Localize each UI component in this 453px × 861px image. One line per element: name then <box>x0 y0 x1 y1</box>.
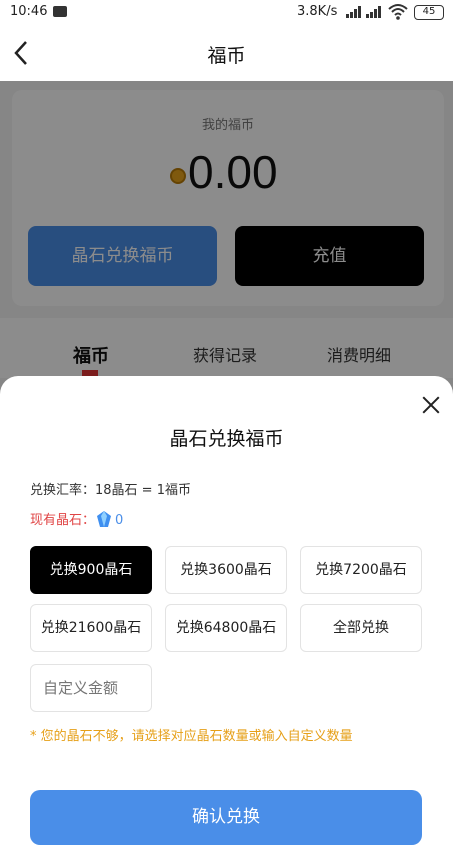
custom-amount-input[interactable] <box>30 664 152 712</box>
insufficient-warning: * 您的晶石不够，请选择对应晶石数量或输入自定义数量 <box>30 729 353 744</box>
option-64800[interactable]: 兑换64800晶石 <box>165 604 287 652</box>
option-3600[interactable]: 兑换3600晶石 <box>165 546 287 594</box>
network-speed: 3.8K/s <box>297 4 338 19</box>
nav-bar: 福币 <box>0 26 453 81</box>
option-7200[interactable]: 兑换7200晶石 <box>300 546 422 594</box>
close-icon[interactable] <box>420 394 442 416</box>
battery-indicator: 45 <box>414 5 444 20</box>
option-900[interactable]: 兑换900晶石 <box>30 546 152 594</box>
message-icon <box>53 6 67 17</box>
option-21600[interactable]: 兑换21600晶石 <box>30 604 152 652</box>
confirm-exchange-button[interactable]: 确认兑换 <box>30 790 422 845</box>
option-exchange-all[interactable]: 全部兑换 <box>300 604 422 652</box>
signal-icon <box>346 6 362 18</box>
page-title: 福币 <box>207 45 246 67</box>
crystal-balance-value: 0 <box>115 513 124 528</box>
signal-icon <box>366 6 382 18</box>
status-bar: 10:46 3.8K/s 45 <box>0 0 453 26</box>
sheet-title: 晶石兑换福币 <box>169 428 284 450</box>
wifi-icon <box>388 4 408 20</box>
exchange-sheet: 晶石兑换福币 兑换汇率：18晶石 = 1福币 现有晶石： 0 兑换900晶石 兑… <box>0 376 453 861</box>
crystal-balance-label: 现有晶石： <box>30 513 96 528</box>
crystal-icon <box>97 511 112 527</box>
exchange-rate: 兑换汇率：18晶石 = 1福币 <box>30 483 191 498</box>
crystal-balance: 现有晶石： 0 <box>30 509 123 528</box>
status-time: 10:46 <box>10 4 48 19</box>
